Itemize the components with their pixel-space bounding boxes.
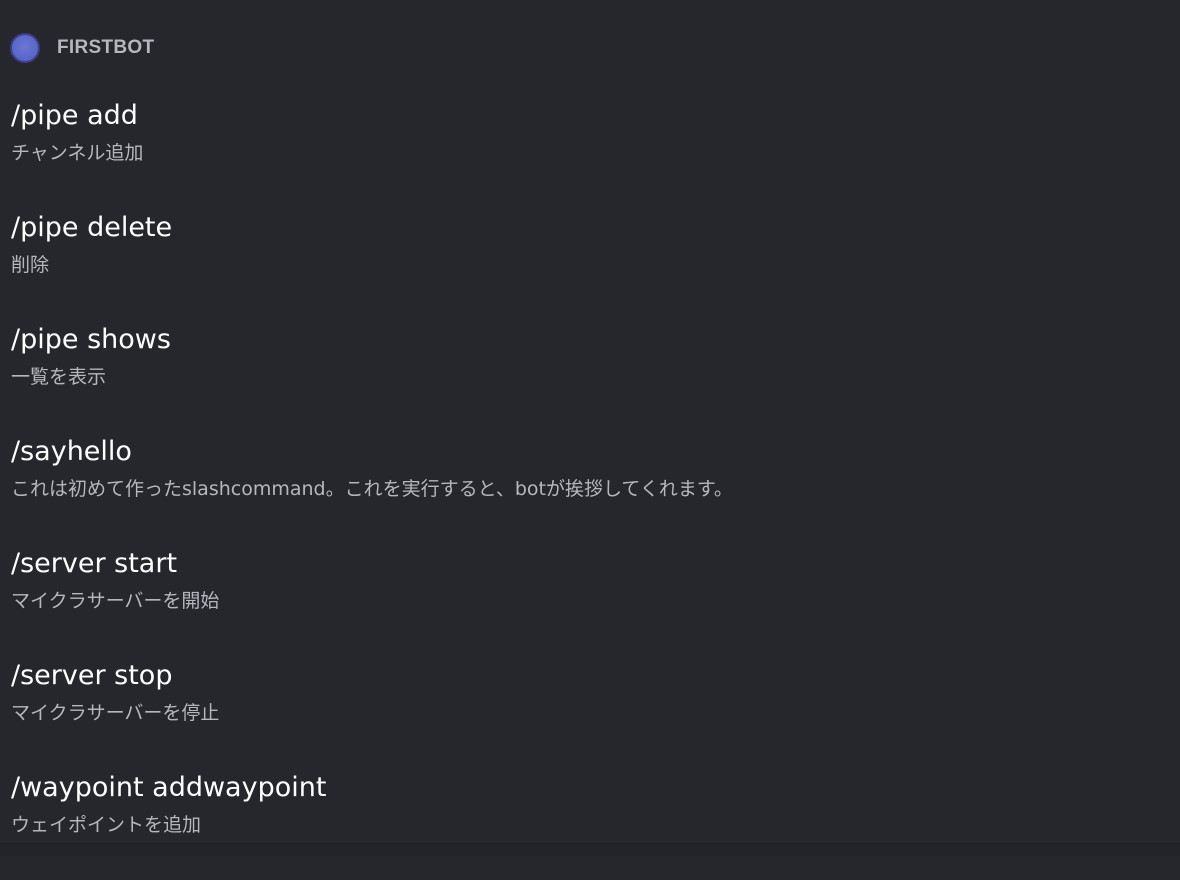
command-description: マイクラサーバーを開始 [11,590,220,612]
command-item-server-stop[interactable]: /server stop マイクラサーバーを停止 [11,656,1180,768]
bottom-edge [0,844,1180,856]
command-description: これは初めて作ったslashcommand。これを実行すると、botが挨拶してく… [11,478,733,500]
command-item-pipe-add[interactable]: /pipe add チャンネル追加 [11,96,1180,208]
bot-header: FIRSTBOT [10,31,154,65]
command-name: /pipe delete [11,212,173,243]
command-name: /pipe add [11,100,138,131]
command-name: /server start [11,548,178,579]
command-description: ウェイポイントを追加 [11,814,202,836]
command-item-pipe-delete[interactable]: /pipe delete 削除 [11,208,1180,320]
command-description: チャンネル追加 [11,142,144,164]
command-description: 一覧を表示 [11,366,107,388]
bot-name: FIRSTBOT [57,37,155,58]
command-name: /waypoint addwaypoint [11,772,327,803]
command-name: /server stop [11,660,173,691]
command-item-waypoint-addwaypoint[interactable]: /waypoint addwaypoint ウェイポイントを追加 [11,768,1180,880]
command-description: マイクラサーバーを停止 [11,702,220,724]
bot-avatar-icon [10,33,40,63]
command-list: /pipe add チャンネル追加 /pipe delete 削除 /pipe … [11,96,1180,880]
command-item-sayhello[interactable]: /sayhello これは初めて作ったslashcommand。これを実行すると… [11,432,1180,544]
command-name: /pipe shows [11,324,171,355]
command-name: /sayhello [11,436,132,467]
command-item-server-start[interactable]: /server start マイクラサーバーを開始 [11,544,1180,656]
command-description: 削除 [11,254,50,276]
command-item-pipe-shows[interactable]: /pipe shows 一覧を表示 [11,320,1180,432]
